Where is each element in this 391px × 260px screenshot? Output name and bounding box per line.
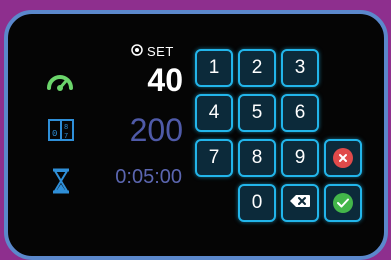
svg-text:7: 7 [64,133,68,141]
svg-text:0: 0 [52,129,57,139]
key-5[interactable]: 5 [238,94,276,132]
time-value: 0:05:00 [115,166,182,188]
key-6-label: 6 [294,102,306,123]
key-1-label: 1 [208,57,220,78]
key-4[interactable]: 4 [195,94,233,132]
key-1[interactable]: 1 [195,49,233,87]
hourglass-icon [52,168,70,199]
key-2[interactable]: 2 [238,49,276,87]
confirm-button[interactable] [324,184,362,222]
key-3-label: 3 [294,57,306,78]
key-9[interactable]: 9 [281,139,319,177]
key-8[interactable]: 8 [238,139,276,177]
key-6[interactable]: 6 [281,94,319,132]
gauge-icon [46,70,74,99]
key-3[interactable]: 3 [281,49,319,87]
key-0-label: 0 [251,192,263,213]
key-9-label: 9 [294,147,306,168]
key-2-label: 2 [251,57,263,78]
key-8-label: 8 [251,147,263,168]
confirm-icon [333,193,353,213]
cancel-button[interactable] [324,139,362,177]
key-0[interactable]: 0 [238,184,276,222]
distance-value: 200 [129,112,183,148]
device-screen: 0 8 7 SET 40 200 0:05:00 1 2 3 4 5 6 7 8… [4,10,388,260]
svg-text:8: 8 [64,124,68,132]
backspace-button[interactable] [281,184,319,222]
target-icon [131,44,143,59]
set-label: SET [147,44,174,59]
backspace-icon [289,192,311,214]
counter-icon: 0 8 7 [48,117,74,148]
key-7[interactable]: 7 [195,139,233,177]
set-indicator: SET [131,44,174,59]
cancel-icon [333,148,353,168]
speed-value: 40 [147,62,183,98]
key-7-label: 7 [208,147,220,168]
key-5-label: 5 [251,102,263,123]
key-4-label: 4 [208,102,220,123]
